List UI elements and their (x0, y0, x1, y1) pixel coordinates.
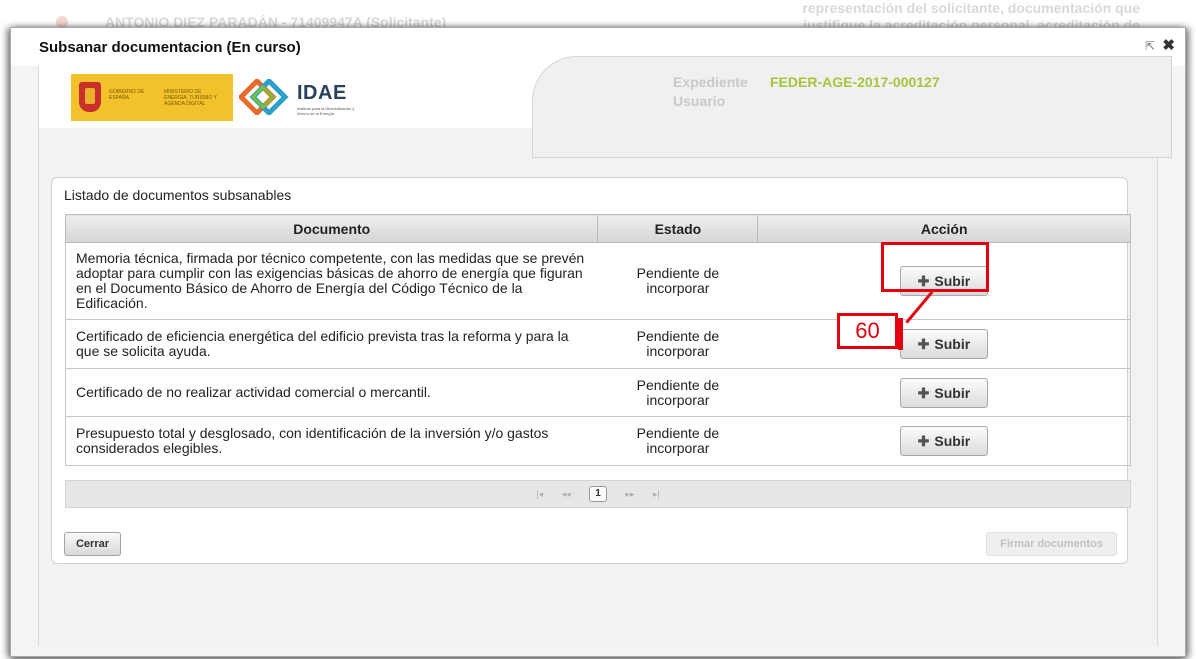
estado-cell: Pendiente de incorporar (597, 368, 758, 417)
spain-crest-icon (79, 82, 101, 112)
header-banner: GOBIERNO DE ESPAÑA MINISTERIO DE ENERGÍA… (39, 56, 1172, 158)
subir-button[interactable]: ✚ Subir (899, 426, 988, 456)
usuario-label: Usuario (673, 93, 726, 109)
popout-icon[interactable]: ⇱ (1145, 39, 1155, 53)
estado-cell: Pendiente de incorporar (597, 242, 758, 320)
estado-line: Pendiente de (636, 265, 720, 281)
highlight-tick (898, 318, 903, 350)
current-page[interactable]: 1 (589, 486, 607, 502)
table-row: Certificado de eficiencia energética del… (64, 319, 1131, 369)
documento-cell: Presupuesto total y desglosado, con iden… (64, 416, 598, 466)
table-row: Presupuesto total y desglosado, con iden… (64, 416, 1131, 466)
column-header-estado[interactable]: Estado (597, 214, 759, 243)
subir-label: Subir (934, 384, 971, 401)
plus-icon: ✚ (917, 336, 930, 352)
pagination-bar: |◂ ◂◂ 1 ▸▸ ▸| (65, 480, 1131, 508)
estado-line: incorporar (646, 280, 710, 296)
documento-cell: Certificado de no realizar actividad com… (64, 368, 598, 417)
idae-mark-icon (239, 79, 289, 115)
accion-cell: ✚ Subir (757, 416, 1131, 466)
estado-line: incorporar (646, 391, 710, 408)
subir-label: Subir (934, 433, 971, 449)
expediente-label: Expediente (673, 74, 748, 90)
table-row: Certificado de no realizar actividad com… (64, 368, 1131, 417)
subsanar-modal: Subsanar documentacion (En curso) ⇱ ✖ GO… (10, 27, 1186, 657)
first-page-icon[interactable]: |◂ (536, 481, 543, 507)
estado-line: Pendiente de (636, 328, 720, 344)
estado-line: incorporar (646, 440, 710, 456)
modal-title: Subsanar documentacion (En curso) (39, 39, 301, 56)
documento-cell: Certificado de eficiencia energética del… (64, 319, 598, 369)
expediente-info: Expediente FEDER-AGE-2017-000127 Usuario (532, 56, 1172, 158)
estado-cell: Pendiente de incorporar (597, 416, 758, 466)
estado-cell: Pendiente de incorporar (597, 319, 758, 369)
documento-cell: Memoria técnica, firmada por técnico com… (64, 242, 598, 320)
step-number-badge: 60 (837, 313, 898, 349)
last-page-icon[interactable]: ▸| (653, 481, 660, 507)
idae-logo: IDAE Instituto para la Diversificación y… (239, 74, 379, 121)
idae-subtitle: Instituto para la Diversificación y Ahor… (297, 106, 355, 116)
gobierno-espana-logo: GOBIERNO DE ESPAÑA MINISTERIO DE ENERGÍA… (71, 74, 233, 121)
gov-logo-text: GOBIERNO DE ESPAÑA (109, 89, 145, 101)
estado-line: Pendiente de (636, 376, 720, 393)
subir-label: Subir (934, 336, 971, 352)
estado-line: incorporar (646, 343, 710, 359)
close-icon[interactable]: ✖ (1162, 36, 1175, 54)
idae-logo-text: IDAE (297, 82, 347, 104)
background-description-line: representación del solicitante, document… (802, 0, 1140, 16)
ministry-logo-text: MINISTERIO DE ENERGÍA, TURISMO Y AGENDA … (164, 89, 217, 107)
subir-button[interactable]: ✚ Subir (899, 329, 988, 359)
accion-cell: ✚ Subir (757, 319, 1131, 369)
estado-line: Pendiente de (636, 425, 720, 441)
subir-button[interactable]: ✚ Subir (899, 377, 988, 408)
accion-cell: ✚ Subir (757, 368, 1131, 417)
highlight-box (881, 242, 989, 292)
table-header-row: Documento Estado Acción (64, 214, 1131, 243)
next-page-icon[interactable]: ▸▸ (625, 481, 634, 507)
firmar-documentos-button[interactable]: Firmar documentos (986, 532, 1117, 556)
column-header-accion[interactable]: Acción (757, 214, 1131, 243)
prev-page-icon[interactable]: ◂◂ (562, 481, 571, 507)
panel-title: Listado de documentos subsanables (64, 187, 292, 203)
cerrar-button[interactable]: Cerrar (64, 532, 121, 556)
modal-body: GOBIERNO DE ESPAÑA MINISTERIO DE ENERGÍA… (38, 56, 1172, 646)
documents-panel: Listado de documentos subsanables Docume… (51, 177, 1131, 564)
column-header-documento[interactable]: Documento (64, 214, 599, 243)
plus-icon: ✚ (917, 384, 930, 401)
expediente-value: FEDER-AGE-2017-000127 (770, 74, 940, 90)
plus-icon: ✚ (917, 433, 930, 449)
